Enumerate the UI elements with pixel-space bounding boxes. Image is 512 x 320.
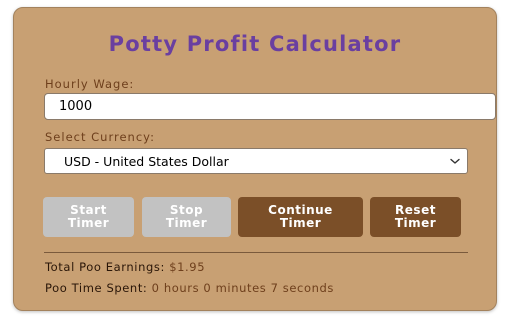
currency-label: Select Currency: [45,130,155,144]
stop-timer-button[interactable]: Stop Timer [142,197,231,237]
calculator-panel: Potty Profit Calculator Hourly Wage: Sel… [13,7,497,311]
time-spent-value: 0 hours 0 minutes 7 seconds [151,281,334,295]
start-timer-label-line2: Timer [67,216,110,230]
hourly-wage-label: Hourly Wage: [45,77,135,91]
start-timer-button[interactable]: Start Timer [43,197,134,237]
currency-select[interactable]: USD - United States Dollar [44,148,468,174]
currency-selected-value: USD - United States Dollar [64,154,229,169]
page-title: Potty Profit Calculator [108,32,402,56]
earnings-label: Total Poo Earnings: [45,260,165,274]
earnings-row: Total Poo Earnings: $1.95 [45,260,205,274]
chevron-down-icon [450,158,460,164]
continue-timer-label-line2: Timer [279,216,322,230]
stop-timer-label-line2: Timer [165,216,208,230]
hourly-wage-input[interactable] [44,93,496,120]
divider [44,252,468,253]
reset-timer-label-line2: Timer [394,216,437,230]
time-spent-label: Poo Time Spent: [45,281,148,295]
time-spent-row: Poo Time Spent: 0 hours 0 minutes 7 seco… [45,281,334,295]
earnings-value: $1.95 [169,260,206,274]
reset-timer-button[interactable]: Reset Timer [370,197,461,237]
continue-timer-button[interactable]: Continue Timer [238,197,363,237]
